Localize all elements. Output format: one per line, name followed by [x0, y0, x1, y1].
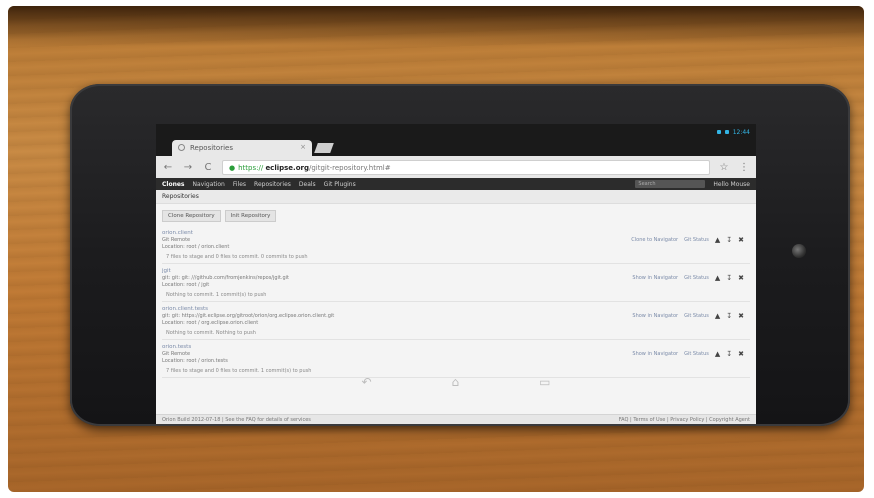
favicon-icon: [178, 144, 185, 151]
delete-icon[interactable]: ✖: [738, 236, 744, 244]
user-icon[interactable]: ▲: [715, 236, 720, 244]
user-icon[interactable]: ▲: [715, 274, 720, 282]
delete-icon[interactable]: ✖: [738, 350, 744, 358]
repo-row: jgit git: git: git: ///github.com/fromje…: [162, 264, 750, 302]
battery-icon: [724, 130, 729, 134]
user-icon[interactable]: ▲: [715, 350, 720, 358]
user-menu[interactable]: Hello Mouse: [713, 181, 750, 188]
url-path: /gitgit-repository.html#: [309, 163, 391, 172]
repo-location: Location: root / orion.client: [162, 244, 230, 250]
nav-item-clones[interactable]: Clones: [162, 181, 185, 188]
back-button[interactable]: ←: [162, 162, 174, 173]
download-icon[interactable]: ↧: [726, 312, 732, 320]
clock: 12:44: [732, 128, 750, 136]
site-nav: Clones Navigation Files Repositories Dea…: [156, 178, 756, 190]
android-nav-bar: ↶ ⌂ ▭: [156, 372, 756, 392]
git-status-link[interactable]: Git Status: [684, 237, 709, 243]
repo-actions: Show in Navigator Git Status ▲ ↧ ✖: [632, 274, 744, 282]
repo-location: Location: root / jgit: [162, 282, 210, 288]
nav-item-files[interactable]: Files: [233, 181, 246, 188]
reload-button[interactable]: C: [202, 162, 214, 173]
page-title: Repositories: [156, 190, 756, 204]
show-in-navigator-link[interactable]: Show in Navigator: [632, 313, 678, 319]
photo-background: 12:44 Repositories × ← → C ● https:// ecl…: [8, 6, 864, 492]
download-icon[interactable]: ↧: [726, 236, 732, 244]
nav-item-deals[interactable]: Deals: [299, 181, 316, 188]
git-status-link[interactable]: Git Status: [684, 313, 709, 319]
git-status-link[interactable]: Git Status: [684, 275, 709, 281]
show-in-navigator-link[interactable]: Clone to Navigator: [631, 237, 678, 243]
menu-icon[interactable]: ⋮: [738, 162, 750, 173]
repo-row: orion.client Git Remote Location: root /…: [162, 226, 750, 264]
recents-nav-icon[interactable]: ▭: [539, 375, 550, 389]
nav-item-repositories[interactable]: Repositories: [254, 181, 291, 188]
shadow-band: [8, 6, 864, 46]
nav-item-navigation[interactable]: Navigation: [193, 181, 225, 188]
repo-status: Nothing to commit. 1 commit(s) to push: [166, 292, 267, 298]
repo-actions: Show in Navigator Git Status ▲ ↧ ✖: [632, 312, 744, 320]
tablet-device: 12:44 Repositories × ← → C ● https:// ecl…: [70, 84, 850, 426]
show-in-navigator-link[interactable]: Show in Navigator: [632, 275, 678, 281]
url-domain: eclipse.org: [265, 163, 309, 172]
delete-icon[interactable]: ✖: [738, 274, 744, 282]
init-repository-button[interactable]: Init Repository: [224, 210, 277, 222]
status-bar: 12:44: [716, 126, 750, 138]
bookmark-star-icon[interactable]: ☆: [718, 162, 730, 173]
repo-actions: Show in Navigator Git Status ▲ ↧ ✖: [632, 350, 744, 358]
forward-button[interactable]: →: [182, 162, 194, 173]
download-icon[interactable]: ↧: [726, 274, 732, 282]
repo-status: Nothing to commit. Nothing to push: [166, 330, 256, 336]
repo-location: Location: root / orion.tests: [162, 358, 228, 364]
footer-build-info: Orion Build 2012-07-18 | See the FAQ for…: [162, 417, 311, 423]
browser-tab[interactable]: Repositories ×: [172, 140, 312, 156]
home-nav-icon[interactable]: ⌂: [452, 375, 460, 389]
url-scheme: https://: [238, 163, 264, 172]
tab-strip: Repositories ×: [156, 138, 756, 156]
site-search-input[interactable]: Search: [635, 180, 706, 188]
tab-title: Repositories: [190, 144, 233, 152]
page-tabs: Clone Repository Init Repository: [156, 204, 756, 226]
back-nav-icon[interactable]: ↶: [361, 375, 371, 389]
repo-status: 7 files to stage and 0 files to commit. …: [166, 254, 308, 260]
repo-actions: Clone to Navigator Git Status ▲ ↧ ✖: [631, 236, 744, 244]
show-in-navigator-link[interactable]: Show in Navigator: [632, 351, 678, 357]
lock-icon: ●: [229, 163, 236, 172]
user-icon[interactable]: ▲: [715, 312, 720, 320]
clone-repository-button[interactable]: Clone Repository: [162, 210, 221, 222]
camera-icon: [792, 244, 806, 258]
close-tab-icon[interactable]: ×: [300, 143, 306, 151]
git-status-link[interactable]: Git Status: [684, 351, 709, 357]
repo-location: Location: root / org.eclipse.orion.clien…: [162, 320, 259, 326]
signal-icon: [716, 130, 721, 134]
address-bar[interactable]: ● https:// eclipse.org/gitgit-repository.…: [222, 159, 710, 175]
repo-row: orion.client.tests git: git: https://git…: [162, 302, 750, 340]
download-icon[interactable]: ↧: [726, 350, 732, 358]
new-tab-button[interactable]: [314, 143, 334, 153]
nav-item-git-plugins[interactable]: Git Plugins: [324, 181, 356, 188]
footer-links[interactable]: FAQ | Terms of Use | Privacy Policy | Co…: [619, 417, 750, 423]
browser-toolbar: ← → C ● https:// eclipse.org/gitgit-repos…: [156, 156, 756, 178]
page-footer: Orion Build 2012-07-18 | See the FAQ for…: [156, 414, 756, 424]
delete-icon[interactable]: ✖: [738, 312, 744, 320]
